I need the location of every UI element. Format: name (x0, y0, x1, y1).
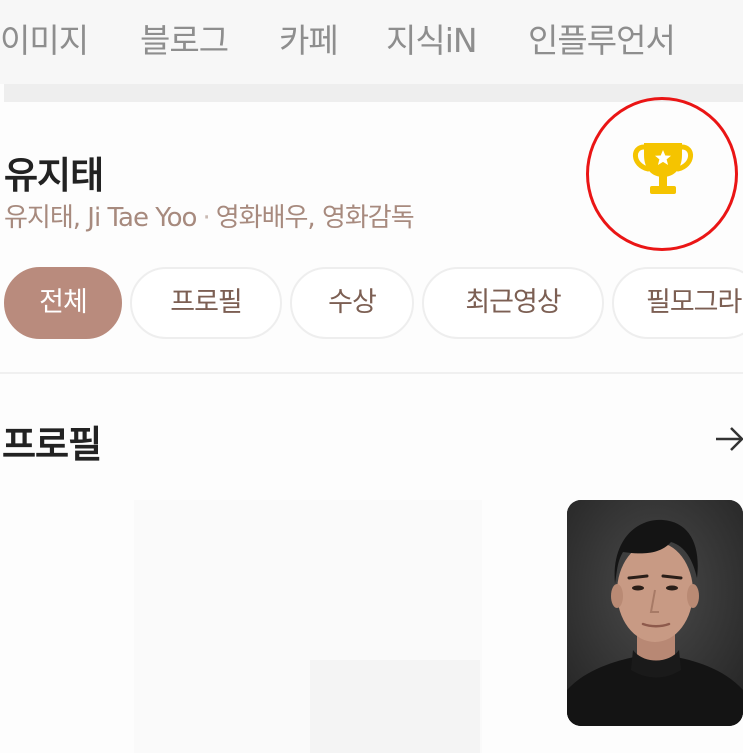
person-occupation: 영화배우, 영화감독 (215, 203, 415, 233)
nav-item-kin[interactable]: 지식iN (386, 14, 478, 62)
tab-awards[interactable]: 수상 (290, 267, 414, 339)
nav-item-blog[interactable]: 블로그 (140, 14, 229, 62)
tab-all[interactable]: 전체 (4, 267, 122, 339)
nav-item-cafe[interactable]: 카페 (279, 14, 339, 62)
person-name[interactable]: 유지태 (4, 145, 104, 199)
person-aliases: 유지태, Ji Tae Yoo (4, 203, 197, 233)
search-result-page: 이미지 블로그 카페 지식iN 인플루언서 유지태 유지태, Ji Tae Yo… (0, 0, 743, 753)
divider (0, 372, 743, 374)
blurred-content (310, 660, 480, 753)
profile-photo[interactable] (567, 500, 743, 726)
search-category-nav: 이미지 블로그 카페 지식iN 인플루언서 (0, 0, 743, 84)
award-badge[interactable] (586, 97, 738, 251)
person-subtitle: 유지태, Ji Tae Yoo · 영화배우, 영화감독 (4, 197, 415, 234)
portrait-image (567, 500, 743, 726)
nav-item-influencer[interactable]: 인플루언서 (528, 14, 676, 62)
trophy-icon (633, 143, 693, 194)
tab-recent-videos[interactable]: 최근영상 (422, 267, 604, 339)
separator-dot: · (202, 203, 210, 233)
tab-filmography[interactable]: 필모그라 (612, 267, 743, 339)
nav-item-images[interactable]: 이미지 (0, 14, 89, 62)
section-title: 프로필 (2, 423, 102, 466)
tab-profile[interactable]: 프로필 (130, 267, 282, 339)
arrow-right-icon[interactable] (714, 424, 743, 454)
